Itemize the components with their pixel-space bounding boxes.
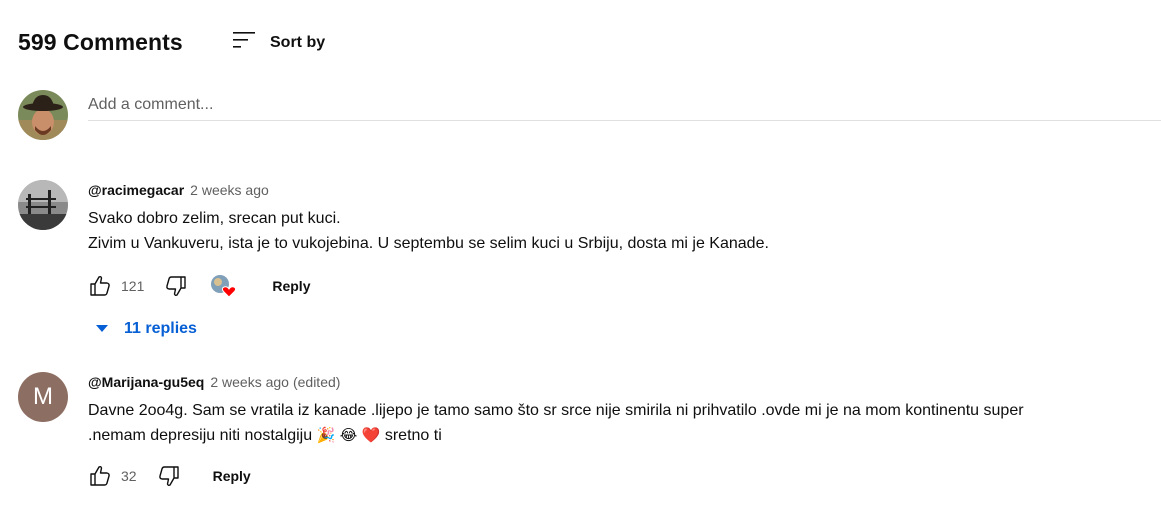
sort-icon (232, 28, 256, 57)
comment-line: Zivim u Vankuveru, ista je to vukojebina… (88, 235, 769, 252)
add-comment-row (18, 90, 1161, 142)
comment-body: @racimegacar 2 weeks ago Svako dobro zel… (88, 180, 1148, 256)
comment-author[interactable]: @racimegacar (88, 180, 184, 200)
heart-emoji: ❤️ (361, 426, 381, 444)
dislike-icon[interactable] (164, 274, 188, 298)
commenter-avatar[interactable] (18, 180, 68, 230)
comment-line: Davne 2oo4g. Sam se vratila iz kanade .l… (88, 402, 1024, 419)
comment-line: .nemam depresiju niti nostalgiju (88, 427, 313, 444)
comment-thread: M @Marijana-gu5eq 2 weeks ago (edited) D… (18, 372, 1161, 502)
like-count: 121 (121, 278, 145, 294)
comment-text: Svako dobro zelim, srecan put kuci. Zivi… (88, 206, 1148, 256)
commenter-avatar[interactable]: M (18, 372, 68, 422)
dislike-icon[interactable] (157, 464, 181, 488)
sort-button[interactable]: Sort by (232, 28, 325, 57)
reply-button[interactable]: Reply (272, 278, 310, 294)
avatar-letter: M (33, 383, 53, 410)
view-replies-button[interactable]: 11 replies (96, 320, 197, 338)
creator-heart-icon (210, 273, 238, 299)
laughing-emoji: 😂 (339, 426, 358, 444)
comment-author[interactable]: @Marijana-gu5eq (88, 372, 204, 392)
comment-trailing-text: sretno ti (384, 427, 442, 444)
like-icon[interactable] (88, 274, 112, 298)
replies-count-label: 11 replies (124, 320, 197, 337)
like-icon[interactable] (88, 464, 112, 488)
comment-count: 599 Comments (18, 28, 183, 55)
comment-body: @Marijana-gu5eq 2 weeks ago (edited) Dav… (88, 372, 1148, 448)
like-count: 32 (121, 468, 137, 484)
comment-line: Svako dobro zelim, srecan put kuci. (88, 210, 341, 227)
party-emoji: 🎉 (316, 426, 336, 444)
add-comment-input[interactable] (88, 90, 1161, 121)
comment-actions: 32 Reply (88, 462, 251, 490)
user-avatar (18, 90, 68, 140)
comment-thread: @racimegacar 2 weeks ago Svako dobro zel… (18, 180, 1161, 350)
comment-timestamp[interactable]: 2 weeks ago (190, 180, 269, 200)
chevron-down-icon (96, 320, 108, 338)
comment-timestamp[interactable]: 2 weeks ago (210, 372, 289, 392)
comment-text: Davne 2oo4g. Sam se vratila iz kanade .l… (88, 398, 1148, 448)
reply-button[interactable]: Reply (213, 468, 251, 484)
edited-label: (edited) (292, 374, 341, 390)
sort-label: Sort by (270, 33, 326, 51)
comment-actions: 121 Reply (88, 272, 310, 300)
comments-header: 599 Comments (18, 26, 183, 58)
